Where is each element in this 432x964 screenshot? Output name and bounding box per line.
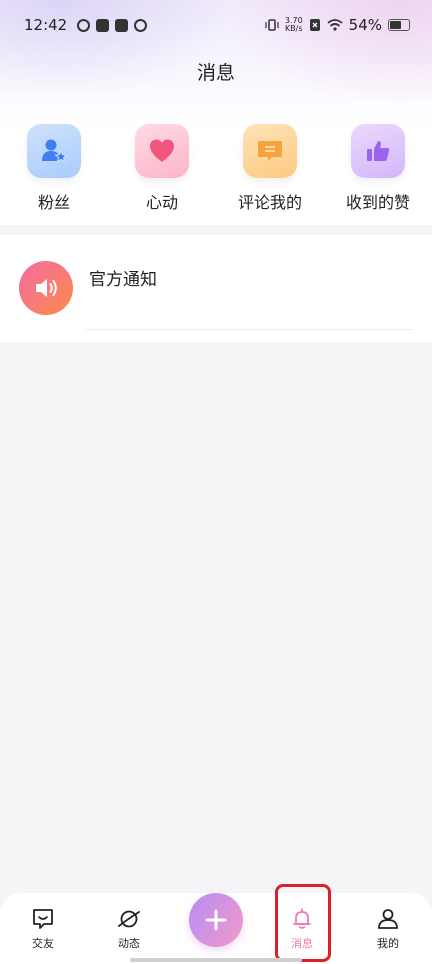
notification-title: 官方通知 <box>89 270 157 290</box>
nav-label: 我的 <box>377 937 399 950</box>
quick-action-label: 粉丝 <box>37 193 70 212</box>
nav-label: 消息 <box>291 937 313 950</box>
notification-list: 官方通知 <box>0 235 432 342</box>
nav-item-friends[interactable]: 交友 <box>13 907 73 951</box>
chat-face-icon <box>33 909 53 929</box>
notification-item-official[interactable]: 官方通知 <box>0 235 432 331</box>
speaker-icon <box>19 261 73 315</box>
battery-icon <box>388 19 410 31</box>
clover-notification-icon <box>134 18 148 32</box>
quick-action-label: 评论我的 <box>237 193 302 212</box>
status-time: 12:42 <box>24 16 68 34</box>
add-post-button[interactable] <box>189 893 243 947</box>
divider <box>86 329 412 330</box>
tiktok-notification-icon <box>115 18 129 32</box>
quick-action-crush[interactable]: 心动 <box>108 124 216 213</box>
fans-icon <box>27 124 81 178</box>
status-left: 12:42 <box>24 16 148 34</box>
nav-label: 动态 <box>118 937 140 950</box>
sim-off-icon <box>309 19 320 31</box>
comment-icon <box>243 124 297 178</box>
quick-action-likes[interactable]: 收到的赞 <box>324 124 432 213</box>
wifi-icon <box>327 19 343 31</box>
quick-action-label: 心动 <box>145 193 178 212</box>
thumbs-up-icon <box>351 124 405 178</box>
mail-notification-icon <box>96 18 110 32</box>
vibrate-icon <box>265 19 279 31</box>
bell-icon <box>293 908 311 929</box>
planet-icon <box>118 910 140 928</box>
battery-fill <box>390 21 401 29</box>
page-title: 消息 <box>196 62 235 84</box>
status-bar: 12:42 3.70 KB/s 54% <box>0 0 432 50</box>
quick-actions: 粉丝 心动 评论我的 收到的赞 <box>0 124 432 213</box>
heart-icon <box>135 124 189 178</box>
nav-item-messages[interactable]: 消息 <box>272 907 332 951</box>
plus-icon <box>205 909 227 931</box>
quick-action-fans[interactable]: 粉丝 <box>0 124 108 213</box>
person-icon <box>378 909 398 929</box>
speed-unit: KB/s <box>284 24 303 33</box>
app-notification-icon <box>77 18 91 32</box>
status-right: 3.70 KB/s 54% <box>265 16 410 34</box>
home-indicator <box>130 958 302 962</box>
nav-item-feed[interactable]: 动态 <box>99 907 159 951</box>
nav-item-profile[interactable]: 我的 <box>358 907 418 951</box>
quick-action-comments[interactable]: 评论我的 <box>216 124 324 213</box>
battery-percent: 54% <box>348 16 382 34</box>
network-speed: 3.70 KB/s <box>285 17 303 33</box>
quick-action-label: 收到的赞 <box>345 193 410 212</box>
nav-label: 交友 <box>32 937 54 950</box>
